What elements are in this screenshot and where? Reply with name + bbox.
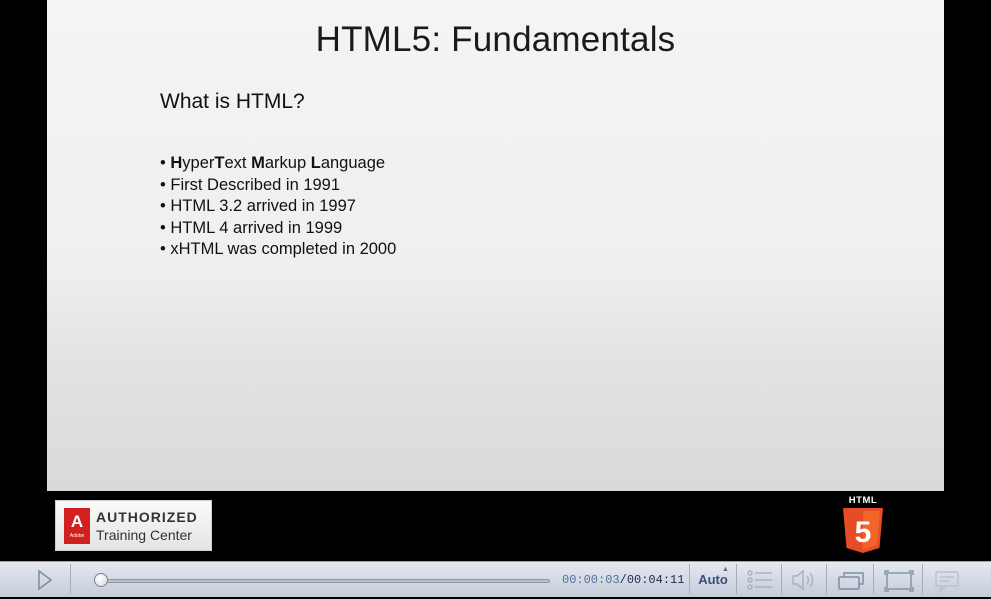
divider bbox=[781, 564, 782, 594]
time-display: 00:00:03/00:04:11 bbox=[562, 573, 685, 587]
list-item: • HTML 4 arrived in 1999 bbox=[160, 218, 343, 237]
fullscreen-icon bbox=[884, 570, 914, 592]
authorized-training-center-badge: A Adobe AUTHORIZED Training Center bbox=[55, 500, 212, 551]
fullscreen-button[interactable] bbox=[878, 566, 918, 594]
slide-subtitle: What is HTML? bbox=[160, 90, 305, 113]
captions-icon bbox=[935, 571, 959, 593]
chapters-button[interactable] bbox=[740, 566, 780, 594]
badge-line-2: Training Center bbox=[96, 527, 192, 543]
slide-area: HTML5: Fundamentals What is HTML? • Hype… bbox=[47, 0, 944, 491]
divider bbox=[70, 564, 71, 594]
html5-logo-number: 5 bbox=[855, 516, 872, 549]
play-icon bbox=[38, 570, 52, 590]
divider bbox=[689, 564, 690, 594]
list-item: • HTML 3.2 arrived in 1997 bbox=[160, 197, 356, 216]
current-time: 00:00:03 bbox=[562, 573, 620, 587]
divider bbox=[736, 564, 737, 594]
popout-button[interactable] bbox=[830, 566, 870, 594]
volume-button[interactable] bbox=[784, 566, 824, 594]
chapters-icon bbox=[747, 570, 772, 590]
play-button[interactable] bbox=[0, 562, 70, 597]
volume-icon bbox=[792, 569, 814, 591]
captions-button[interactable] bbox=[928, 566, 968, 594]
seek-bar[interactable] bbox=[96, 579, 550, 583]
badge-line-1: AUTHORIZED bbox=[96, 509, 198, 525]
adobe-logo-icon: A Adobe bbox=[64, 508, 90, 544]
html5-logo-icon: HTML 5 bbox=[838, 495, 888, 555]
bullet-list: • HyperText Markup Language • First Desc… bbox=[160, 153, 396, 261]
divider bbox=[873, 564, 874, 594]
divider bbox=[826, 564, 827, 594]
slide-title: HTML5: Fundamentals bbox=[315, 20, 676, 59]
total-time: 00:04:11 bbox=[626, 573, 685, 587]
divider bbox=[922, 564, 923, 594]
quality-label: Auto bbox=[698, 572, 728, 587]
seek-handle[interactable] bbox=[94, 573, 109, 587]
quality-button[interactable]: Auto ▲ bbox=[692, 566, 734, 587]
list-item: • First Described in 1991 bbox=[160, 175, 341, 194]
list-item: • HyperText Markup Language bbox=[160, 154, 386, 172]
caret-up-icon: ▲ bbox=[722, 566, 729, 573]
list-item: • xHTML was completed in 2000 bbox=[160, 240, 397, 259]
player-control-bar: 00:00:03/00:04:11 Auto ▲ bbox=[0, 561, 991, 597]
popout-icon bbox=[838, 572, 864, 590]
